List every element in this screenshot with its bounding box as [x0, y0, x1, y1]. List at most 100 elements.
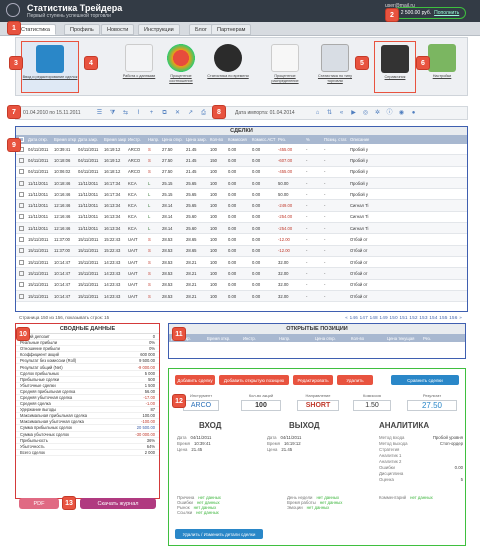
tool-trade-type[interactable]: Статистика по типу торговли — [313, 41, 357, 93]
list-icon[interactable]: ☰ — [96, 110, 103, 117]
tab-partners[interactable]: Партнерам — [211, 24, 252, 35]
table-row[interactable]: 11/11/2011 10:16:46 11/11/2011 16:17:34 KCA L… — [16, 189, 467, 201]
column-header[interactable]: Дата закр. — [76, 137, 102, 142]
logo-icon[interactable] — [6, 3, 20, 17]
plus-icon[interactable]: + — [148, 110, 155, 117]
column-header[interactable]: Цена откр. — [160, 137, 184, 142]
table-row[interactable]: 04/11/2011 10:39:41 04/11/2011 16:19:12 ARCO… — [16, 144, 467, 156]
row-checkbox[interactable] — [19, 191, 24, 197]
table-row[interactable]: 11/11/2011 10:18:46 11/11/2011 16:17:34 KCA L… — [16, 177, 467, 190]
column-header[interactable]: Цена откр. — [313, 336, 349, 341]
tab-statistics[interactable]: Статистика — [15, 24, 56, 35]
column-header[interactable]: Цена закр. — [184, 137, 208, 142]
column-header[interactable]: Инстр. — [241, 336, 277, 341]
column-header[interactable]: Позиц. стат. — [322, 137, 348, 142]
tool-data[interactable]: Работа с данными — [117, 41, 161, 93]
column-header[interactable]: Время откр. — [205, 336, 241, 341]
column-header[interactable]: Цена текущая — [385, 336, 421, 341]
compare-trades-button[interactable]: Сравнить сделки — [391, 375, 459, 385]
print-icon[interactable]: ⎙ — [200, 110, 207, 117]
commission-field[interactable]: Комиссия 1.50 — [353, 393, 391, 411]
sort-icon[interactable]: ⇅ — [326, 110, 333, 117]
download-journal-button[interactable]: Скачать журнал — [80, 498, 156, 509]
gear-icon[interactable]: ✲ — [374, 110, 381, 117]
column-header[interactable]: Кол-во — [208, 137, 226, 142]
row-checkbox[interactable] — [19, 225, 24, 231]
add-trade-button[interactable]: Добавить сделку — [175, 375, 215, 385]
tab-blog[interactable]: Блог — [189, 24, 213, 35]
copy-icon[interactable]: ⧉ — [161, 110, 168, 117]
table-row[interactable]: 15/11/2011 10:14:47 15/11/2011 14:23:43 UAIT… — [16, 268, 467, 280]
table-row[interactable]: 11/11/2011 12:16:46 11/11/2011 16:13:34 KCA L… — [16, 200, 467, 212]
column-header[interactable]: Время откр. — [52, 137, 76, 142]
export-icon[interactable]: ↗ — [187, 110, 194, 117]
table-cell: 14:23:43 — [104, 293, 121, 299]
table-row[interactable]: 15/11/2011 10:14:47 15/11/2011 14:23:43 UAIT… — [16, 280, 467, 291]
column-header[interactable]: Инстр. — [126, 137, 146, 142]
row-checkbox[interactable] — [19, 214, 24, 220]
column-header[interactable]: Рез. — [276, 137, 304, 142]
add-open-position-button[interactable]: Добавить открытую позицию — [219, 375, 289, 385]
table-row[interactable]: 15/11/2011 10:14:47 15/11/2011 14:23:43 UAIT… — [16, 257, 467, 269]
globe-icon[interactable]: ◉ — [398, 110, 405, 117]
date-range-field[interactable]: 01.04.2010 по 15.11.2011 — [23, 110, 81, 116]
column-header[interactable]: Напр. — [277, 336, 313, 341]
tab-instructions[interactable]: Инструкции — [138, 24, 180, 35]
table-row[interactable]: 15/11/2011 11:37:00 15/11/2011 15:22:43 UAIT… — [16, 234, 467, 246]
tool-reference[interactable]: Справочник — [374, 41, 416, 93]
row-checkbox[interactable] — [19, 157, 24, 163]
row-checkbox[interactable] — [19, 169, 24, 175]
table-row[interactable]: 15/11/2011 11:37:00 15/11/2011 15:22:43 UAIT… — [16, 245, 467, 257]
pdf-button[interactable]: PDF — [19, 498, 59, 509]
delete-button[interactable]: Удалить — [337, 375, 373, 385]
row-checkbox[interactable] — [19, 180, 24, 186]
table-cell: - — [306, 225, 308, 231]
table-row[interactable]: 04/11/2011 10:06:02 04/11/2011 16:18:12 ARCO… — [16, 167, 467, 178]
row-checkbox[interactable] — [19, 203, 24, 209]
info-icon[interactable]: ⓘ — [386, 110, 393, 117]
topup-link[interactable]: Пополнить — [434, 10, 459, 16]
column-header[interactable]: Рез. — [421, 336, 457, 341]
arrows-icon[interactable]: ⇆ — [122, 110, 129, 117]
row-checkbox[interactable] — [19, 282, 24, 288]
instrument-field[interactable]: Инструмент ARCO — [183, 393, 219, 411]
tool-distribution[interactable]: Процентное распределение — [263, 41, 307, 93]
column-header[interactable]: Время закр. — [102, 137, 126, 142]
table-row[interactable]: 11/11/2011 12:16:46 11/11/2011 16:13:34 KCA L… — [16, 212, 467, 224]
page-links[interactable]: « 146 147 148 149 150 151 152 153 154 15… — [345, 315, 462, 320]
play-icon[interactable]: ▶ — [350, 110, 357, 117]
circle-icon[interactable]: ● — [410, 110, 417, 117]
table-cell: 28.21 — [186, 259, 197, 265]
row-checkbox[interactable] — [19, 248, 24, 254]
edit-button[interactable]: Редактировать — [293, 375, 333, 385]
row-checkbox[interactable] — [19, 270, 24, 276]
delete-icon[interactable]: ✕ — [174, 110, 181, 117]
edit-trade-details-button[interactable]: Удалить / Изменить детали сделки — [175, 529, 263, 539]
column-header[interactable]: Дата откр. — [26, 137, 52, 142]
tool-time[interactable]: Статистика по времени — [206, 41, 250, 93]
tab-news[interactable]: Новости — [101, 24, 135, 35]
row-checkbox[interactable] — [19, 259, 24, 265]
filter-icon[interactable]: ⧩ — [109, 110, 116, 117]
chart-icon[interactable]: ⌇ — [135, 110, 142, 117]
column-header[interactable]: Комиссия — [226, 137, 250, 142]
tool-trade-entry[interactable]: Ввод и редактирование сделок — [21, 41, 79, 93]
table-row[interactable]: 11/11/2011 12:16:46 11/11/2011 16:13:34 KCA L… — [16, 223, 467, 235]
column-header[interactable]: % — [304, 137, 322, 142]
direction-field[interactable]: Направление SHORT — [297, 393, 339, 411]
table-row[interactable]: 04/11/2011 10:18:06 04/11/2011 16:19:12 ARCO… — [16, 155, 467, 167]
tool-percent[interactable]: Процентное соотношение — [159, 41, 203, 93]
target-icon[interactable]: ◎ — [362, 110, 369, 117]
row-checkbox[interactable] — [19, 293, 24, 299]
row-checkbox[interactable] — [19, 237, 24, 243]
tag-icon[interactable]: ⌂ — [314, 110, 321, 117]
tab-profile[interactable]: Профиль — [64, 24, 100, 35]
column-header[interactable]: Напр. — [146, 137, 160, 142]
balance-box[interactable]: 2 500.00 руб. Пополнить — [394, 7, 466, 19]
qty-field[interactable]: Кол-во акций 100 — [241, 393, 281, 411]
table-row[interactable]: 15/11/2011 10:14:47 15/11/2011 14:23:43 UAIT… — [16, 290, 467, 303]
column-header[interactable]: Комисс.АСТ — [250, 137, 276, 142]
rewind-icon[interactable]: « — [338, 110, 345, 117]
column-header[interactable]: Кол-во — [349, 336, 385, 341]
column-header[interactable]: Описание — [348, 137, 388, 142]
